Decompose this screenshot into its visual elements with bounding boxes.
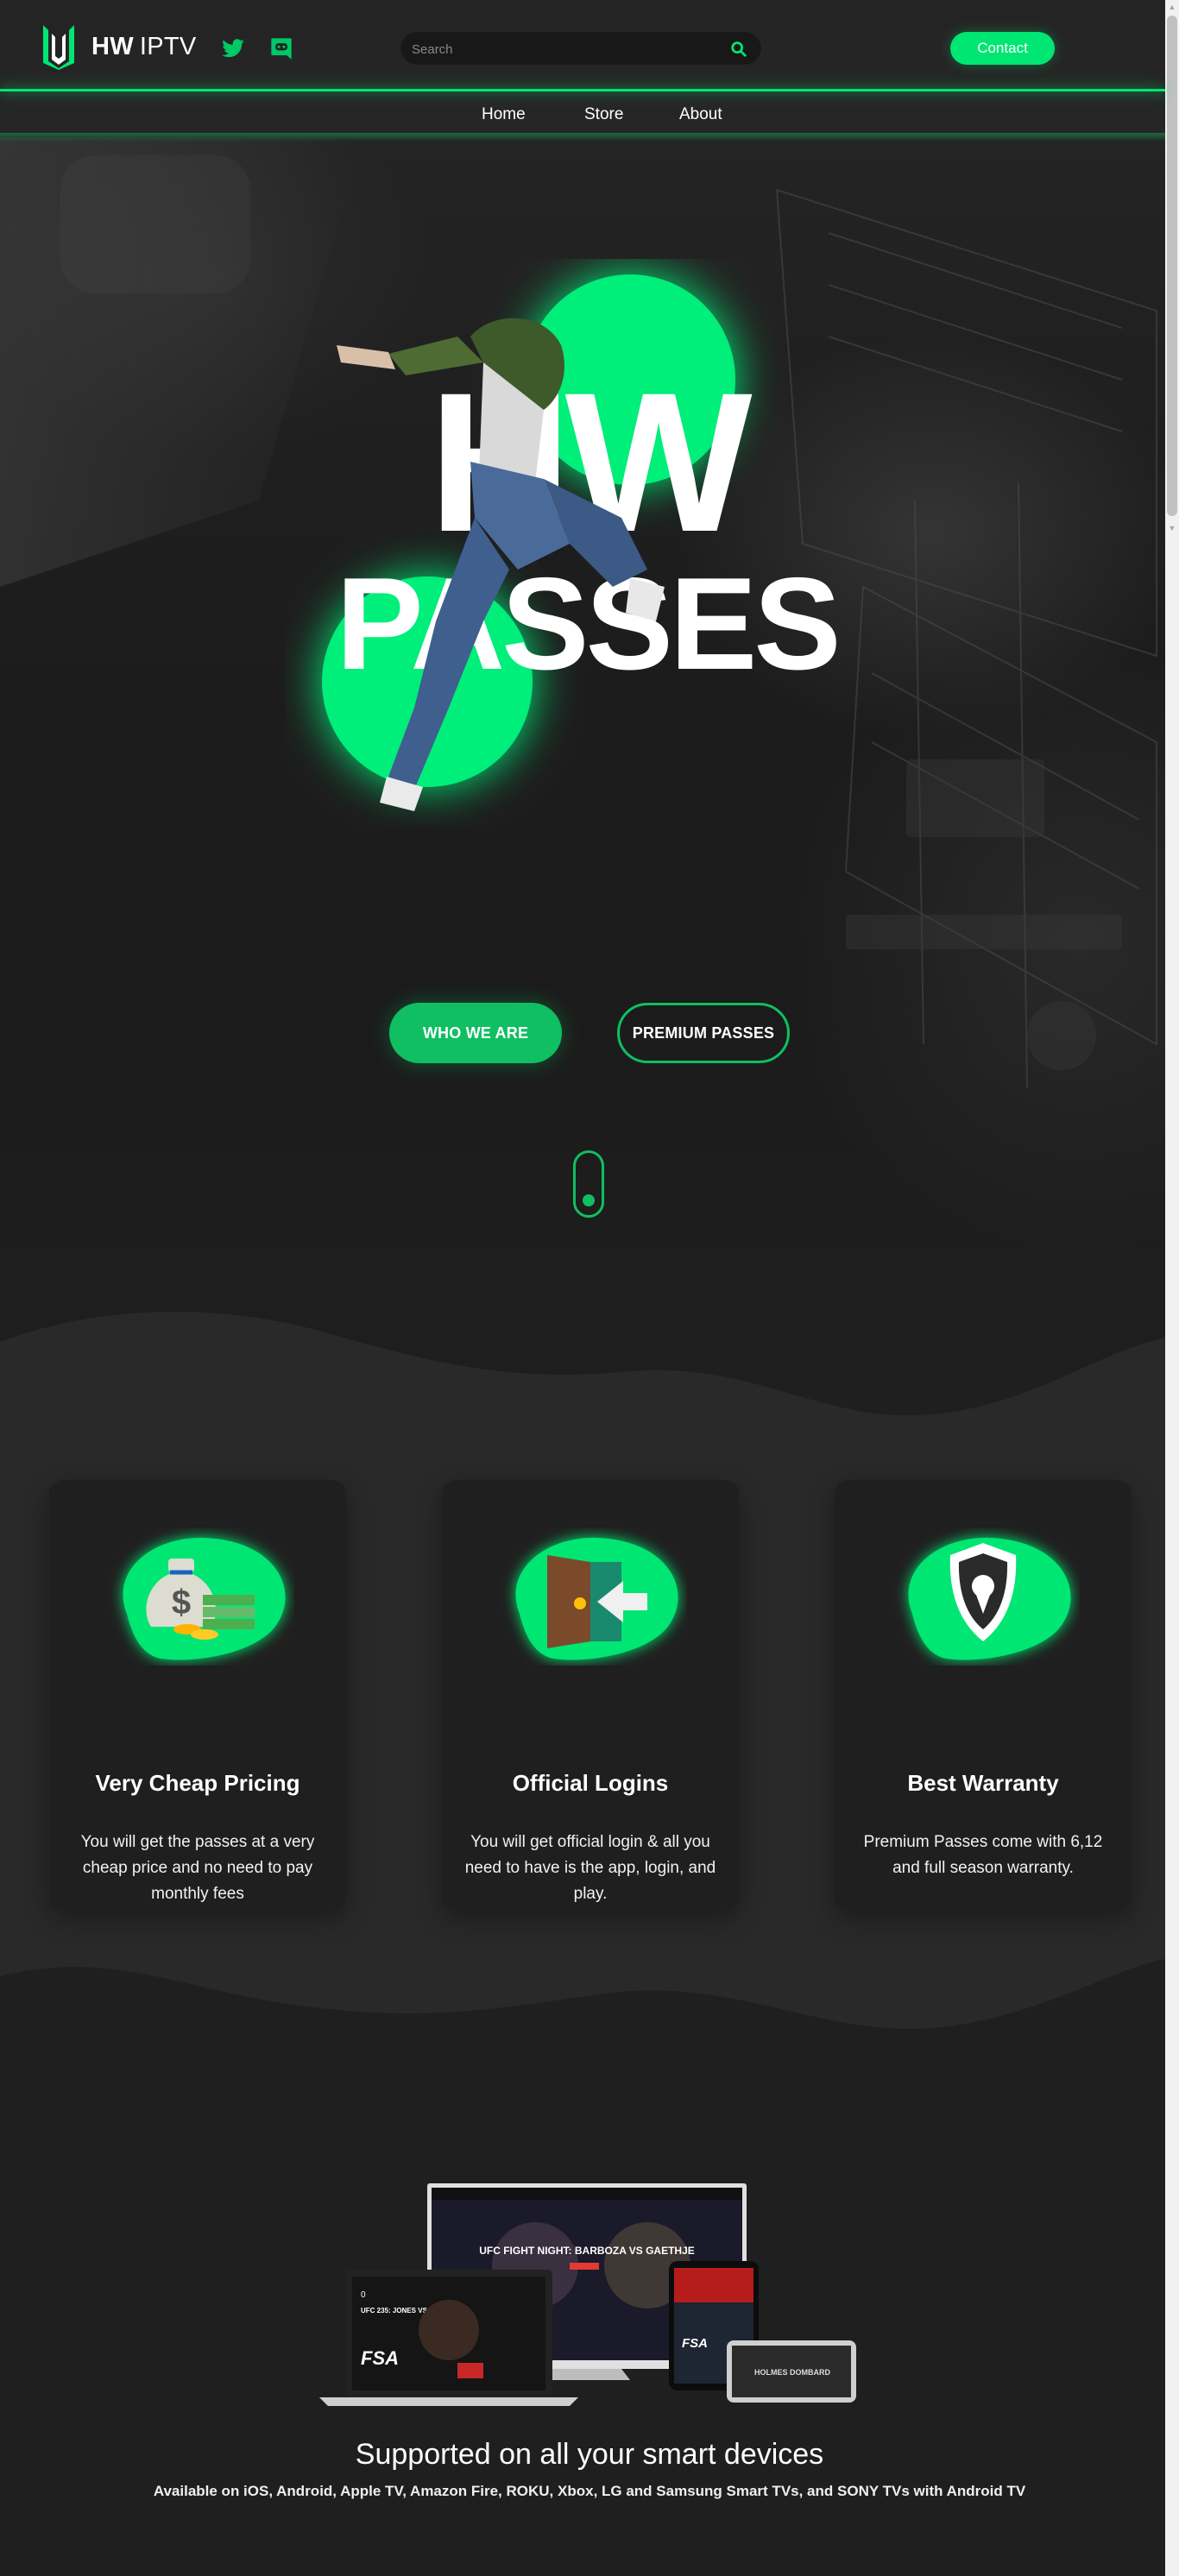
devices-heading: Supported on all your smart devices: [355, 2438, 824, 2471]
feature-title: Best Warranty: [907, 1770, 1059, 1796]
feature-card-pricing: $ Very Cheap Pricing You will get the pa…: [49, 1480, 346, 1910]
scrollbar-thumb[interactable]: [1167, 16, 1177, 516]
nav-glow: [0, 133, 1165, 142]
contact-button[interactable]: Contact: [950, 32, 1055, 65]
hero-section: HW PASSES WHO WE ARE PREMIUM PASSES: [0, 0, 1165, 1415]
laptop-counter: 0: [361, 2290, 366, 2300]
tablet-device: HOLMES DOMBARD: [727, 2340, 856, 2403]
laptop-device: 0 UFC 235: JONES VS SMITH FSA: [319, 2270, 578, 2406]
main-nav: Home Store About: [0, 91, 1165, 138]
scroll-dot: [583, 1194, 595, 1206]
scroll-down-arrow-icon[interactable]: ▼: [1165, 521, 1179, 535]
brand-name-light: IPTV: [139, 33, 197, 60]
devices-illustration: UFC FIGHT NIGHT: BARBOZA VS GAETHJE 0 UF…: [319, 2183, 856, 2406]
scroll-up-arrow-icon[interactable]: ▲: [1165, 0, 1179, 14]
top-bar: HWIPTV Contact: [0, 0, 1165, 90]
phone-fsa-logo: FSA: [682, 2336, 708, 2351]
premium-passes-button[interactable]: PREMIUM PASSES: [617, 1003, 790, 1063]
devices-section: UFC FIGHT NIGHT: BARBOZA VS GAETHJE 0 UF…: [0, 2106, 1165, 2576]
feature-text: You will get the passes at a very cheap …: [80, 1833, 315, 1903]
nav-item-about[interactable]: About: [679, 105, 722, 124]
feature-card-warranty: Best Warranty Premium Passes come with 6…: [835, 1480, 1132, 1910]
devices-subheading: Available on iOS, Android, Apple TV, Ama…: [153, 2483, 1026, 2499]
shield-icon: [908, 1537, 1071, 1660]
fsa-logo: FSA: [361, 2347, 399, 2369]
search-bar: [400, 32, 761, 66]
nav-item-home[interactable]: Home: [482, 105, 526, 124]
site-header: HWIPTV Contact Home Store About: [0, 0, 1165, 138]
page-scrollbar[interactable]: ▲ ▼: [1165, 0, 1179, 2576]
hero-artwork: HW PASSES: [322, 274, 842, 811]
feature-title: Official Logins: [512, 1770, 669, 1796]
feature-text: You will get official login & all you ne…: [464, 1833, 716, 1903]
feature-card-logins: Official Logins You will get official lo…: [442, 1480, 739, 1910]
who-we-are-button[interactable]: WHO WE ARE: [389, 1003, 562, 1063]
feature-text: Premium Passes come with 6,12 and full s…: [863, 1833, 1103, 1877]
money-bag-icon: $: [123, 1537, 286, 1660]
search-icon[interactable]: [729, 40, 748, 59]
login-door-icon: [515, 1537, 678, 1660]
search-input[interactable]: [412, 33, 722, 66]
feature-title: Very Cheap Pricing: [95, 1770, 300, 1796]
svg-text:$: $: [172, 1584, 191, 1622]
tablet-poster-text: HOLMES DOMBARD: [754, 2368, 830, 2377]
brand-name[interactable]: HW IPTV: [91, 33, 197, 61]
section-wave-top: [0, 1311, 1165, 1458]
hero-title-passes: PASSES: [336, 551, 837, 697]
section-wave-bottom: [0, 1959, 1165, 2132]
scroll-down-indicator[interactable]: [573, 1150, 604, 1218]
tv-headline: UFC FIGHT NIGHT: BARBOZA VS GAETHJE: [479, 2245, 695, 2257]
nav-item-store[interactable]: Store: [584, 105, 623, 124]
brand-name-bold: HW: [91, 33, 134, 60]
twitter-icon[interactable]: [221, 36, 245, 60]
hw-logo-icon[interactable]: [40, 22, 78, 70]
discord-icon[interactable]: [269, 36, 293, 60]
